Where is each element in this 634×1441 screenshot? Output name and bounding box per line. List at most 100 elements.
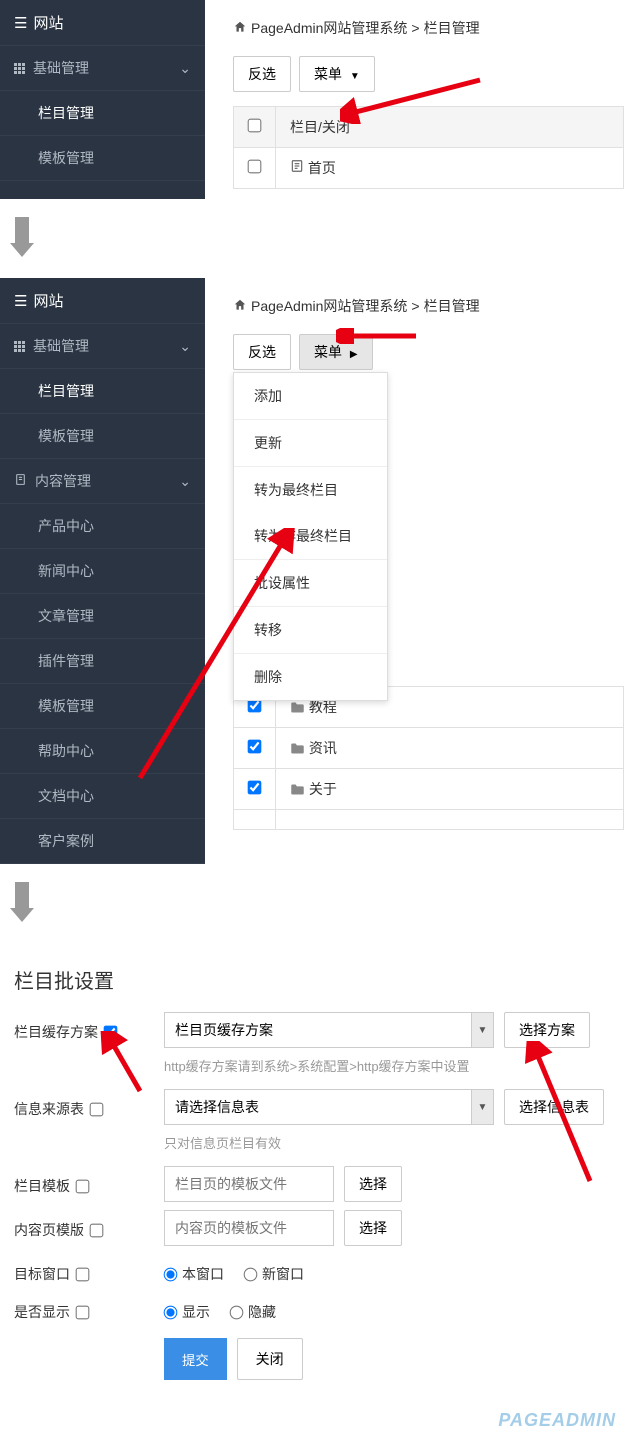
sidebar-header[interactable]: ☰ 网站 bbox=[0, 0, 205, 46]
menu-item-add[interactable]: 添加 bbox=[234, 373, 387, 419]
label-target: 目标窗口 bbox=[14, 1264, 70, 1284]
invert-button[interactable]: 反选 bbox=[233, 56, 291, 92]
row-name: 资讯 bbox=[309, 740, 337, 756]
breadcrumb-page: 栏目管理 bbox=[424, 296, 480, 316]
column-template-input[interactable] bbox=[164, 1166, 334, 1202]
choose-content-template-button[interactable]: 选择 bbox=[344, 1210, 402, 1246]
close-button[interactable]: 关闭 bbox=[237, 1338, 303, 1380]
visible-hide-radio[interactable] bbox=[230, 1305, 244, 1319]
form-row-cache: 栏目缓存方案 栏目页缓存方案 ▼ 选择方案 http缓存方案请到系统>系统配置>… bbox=[14, 1012, 620, 1075]
sidebar-item-news-center[interactable]: 新闻中心 bbox=[0, 549, 205, 594]
choose-col-template-button[interactable]: 选择 bbox=[344, 1166, 402, 1202]
enable-visible-checkbox[interactable] bbox=[76, 1305, 90, 1319]
menu-item-update[interactable]: 更新 bbox=[234, 420, 387, 466]
sidebar-item-template-management[interactable]: 模板管理 bbox=[0, 136, 205, 181]
menu-item-delete[interactable]: 删除 bbox=[234, 654, 387, 700]
info-table-select[interactable]: 请选择信息表 bbox=[164, 1089, 494, 1125]
target-blank-radio[interactable] bbox=[244, 1267, 258, 1281]
menu-item-to-nonfinal[interactable]: 转为非最终栏目 bbox=[234, 513, 387, 559]
table-row: 首页 bbox=[234, 148, 624, 189]
form-row-target: 目标窗口 本窗口 新窗口 bbox=[14, 1254, 620, 1284]
target-self-radio[interactable] bbox=[164, 1267, 178, 1281]
source-hint: 只对信息页栏目有效 bbox=[164, 1133, 620, 1152]
sidebar-item-product-center[interactable]: 产品中心 bbox=[0, 504, 205, 549]
sidebar-item-column-management[interactable]: 栏目管理 bbox=[0, 369, 205, 414]
sidebar-item-doc-center[interactable]: 文档中心 bbox=[0, 774, 205, 819]
cache-hint: http缓存方案请到系统>系统配置>http缓存方案中设置 bbox=[164, 1056, 620, 1075]
cache-scheme-select[interactable]: 栏目页缓存方案 bbox=[164, 1012, 494, 1048]
sidebar-group-basic[interactable]: 基础管理 ⌄ bbox=[0, 324, 205, 369]
visible-show-radio[interactable] bbox=[164, 1305, 178, 1319]
row-name: 关于 bbox=[309, 781, 337, 797]
main-area: PageAdmin网站管理系统 > 栏目管理 反选 菜单 ▼ 栏目/关闭 bbox=[205, 0, 634, 199]
form-row-source: 信息来源表 请选择信息表 ▼ 选择信息表 只对信息页栏目有效 bbox=[14, 1089, 620, 1152]
visible-hide-option[interactable]: 隐藏 bbox=[230, 1302, 276, 1322]
table-row: 资讯 bbox=[234, 728, 624, 769]
sidebar-header[interactable]: ☰ 网站 bbox=[0, 278, 205, 324]
label-visible: 是否显示 bbox=[14, 1302, 70, 1322]
toolbar: 反选 菜单 ▶ 添加 更新 转为最终栏目 转为非最终栏目 批设属性 转移 删除 bbox=[233, 334, 624, 370]
sidebar-item-customer-cases[interactable]: 客户案例 bbox=[0, 819, 205, 864]
sidebar-item-template-management[interactable]: 模板管理 bbox=[0, 414, 205, 459]
sidebar-item-template-mgmt[interactable]: 模板管理 bbox=[0, 684, 205, 729]
menu-dropdown-button[interactable]: 菜单 ▼ bbox=[299, 56, 375, 92]
sidebar-group-basic[interactable]: 基础管理 ⌄ bbox=[0, 46, 205, 91]
sidebar-group-content[interactable]: 内容管理 ⌄ bbox=[0, 459, 205, 504]
toolbar: 反选 菜单 ▼ bbox=[233, 56, 624, 92]
visible-show-option[interactable]: 显示 bbox=[164, 1302, 210, 1322]
table-row bbox=[234, 810, 624, 830]
sidebar-title: 网站 bbox=[33, 290, 63, 311]
chevron-down-icon: ⌄ bbox=[179, 473, 191, 490]
sidebar-item-column-management[interactable]: 栏目管理 bbox=[0, 91, 205, 136]
sidebar: ☰ 网站 基础管理 ⌄ 栏目管理 模板管理 bbox=[0, 0, 205, 199]
folder-icon bbox=[290, 742, 305, 758]
step-arrow-2 bbox=[0, 864, 634, 943]
column-table: 教程 资讯 关于 bbox=[233, 686, 624, 830]
chevron-down-icon: ⌄ bbox=[179, 60, 191, 77]
enable-target-checkbox[interactable] bbox=[76, 1267, 90, 1281]
table-row: 关于 bbox=[234, 769, 624, 810]
select-all-checkbox[interactable] bbox=[248, 119, 262, 133]
form-actions: 提交 关闭 bbox=[164, 1338, 620, 1380]
target-self-option[interactable]: 本窗口 bbox=[164, 1264, 224, 1284]
row-name: 首页 bbox=[308, 160, 336, 176]
submit-button[interactable]: 提交 bbox=[164, 1338, 227, 1380]
label-content-template: 内容页模版 bbox=[14, 1220, 84, 1240]
menu-item-batch-attr[interactable]: 批设属性 bbox=[234, 560, 387, 606]
grid-icon bbox=[14, 63, 25, 74]
menu-dropdown-button[interactable]: 菜单 ▶ bbox=[299, 334, 373, 370]
sidebar-group-label: 基础管理 bbox=[33, 336, 89, 356]
page-icon bbox=[290, 160, 308, 176]
sidebar-item-help-center[interactable]: 帮助中心 bbox=[0, 729, 205, 774]
sidebar-item-plugin-mgmt[interactable]: 插件管理 bbox=[0, 639, 205, 684]
choose-scheme-button[interactable]: 选择方案 bbox=[504, 1012, 590, 1048]
document-icon bbox=[14, 473, 27, 489]
menu-item-to-final[interactable]: 转为最终栏目 bbox=[234, 467, 387, 513]
row-checkbox[interactable] bbox=[248, 160, 262, 174]
section-1-panel: ☰ 网站 基础管理 ⌄ 栏目管理 模板管理 PageAdmin网站管理系统 > … bbox=[0, 0, 634, 199]
breadcrumb-page: 栏目管理 bbox=[424, 18, 480, 38]
home-icon bbox=[233, 20, 247, 37]
sidebar-item-article-mgmt[interactable]: 文章管理 bbox=[0, 594, 205, 639]
choose-info-table-button[interactable]: 选择信息表 bbox=[504, 1089, 604, 1125]
target-blank-option[interactable]: 新窗口 bbox=[244, 1264, 304, 1284]
invert-button[interactable]: 反选 bbox=[233, 334, 291, 370]
home-icon bbox=[233, 298, 247, 315]
row-checkbox[interactable] bbox=[248, 740, 262, 754]
grid-icon bbox=[14, 341, 25, 352]
menu-item-transfer[interactable]: 转移 bbox=[234, 607, 387, 653]
breadcrumb-site[interactable]: PageAdmin网站管理系统 bbox=[251, 296, 407, 316]
watermark: PAGEADMIN bbox=[0, 1390, 634, 1441]
table-header-column: 栏目/关闭 bbox=[276, 107, 624, 148]
enable-content-template-checkbox[interactable] bbox=[90, 1223, 104, 1237]
sidebar-title: 网站 bbox=[33, 12, 63, 33]
breadcrumb-site[interactable]: PageAdmin网站管理系统 bbox=[251, 18, 407, 38]
enable-cache-checkbox[interactable] bbox=[104, 1025, 118, 1039]
arrow-down-icon bbox=[10, 217, 34, 257]
enable-source-checkbox[interactable] bbox=[90, 1102, 104, 1116]
enable-col-template-checkbox[interactable] bbox=[76, 1179, 90, 1193]
content-template-input[interactable] bbox=[164, 1210, 334, 1246]
row-checkbox[interactable] bbox=[248, 781, 262, 795]
menu-dropdown: 添加 更新 转为最终栏目 转为非最终栏目 批设属性 转移 删除 bbox=[233, 372, 388, 701]
sidebar-group-label: 基础管理 bbox=[33, 58, 89, 78]
